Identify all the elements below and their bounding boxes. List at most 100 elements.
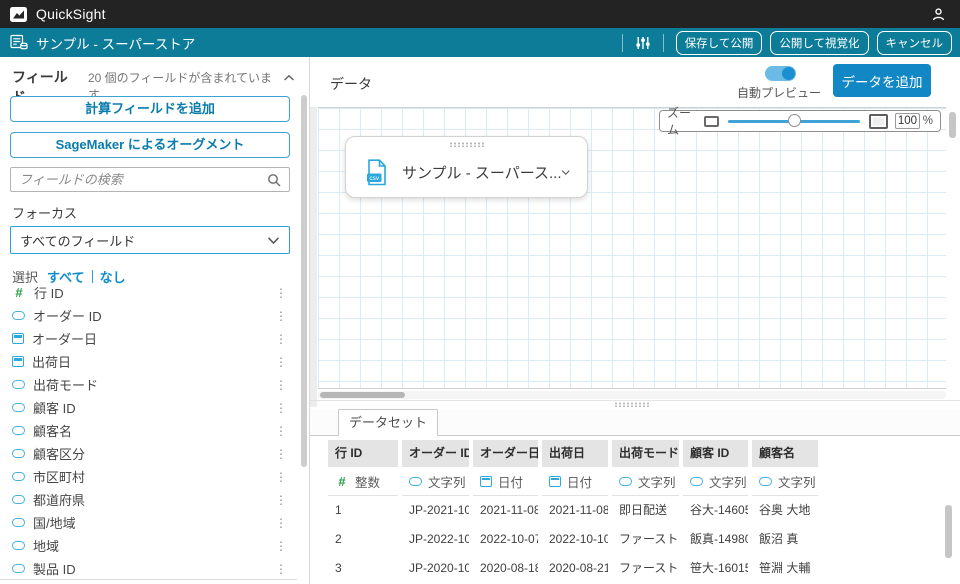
filter-settings-icon[interactable] — [635, 35, 651, 51]
field-menu-icon[interactable]: ⋮ — [275, 448, 287, 460]
field-menu-icon[interactable]: ⋮ — [275, 563, 287, 575]
table-cell: JP-2020-10... — [402, 554, 469, 583]
column-header: オーダー日 — [473, 440, 538, 467]
field-menu-icon[interactable]: ⋮ — [275, 540, 287, 552]
field-name: 顧客区分 — [33, 444, 85, 463]
focus-select[interactable]: すべてのフィールド — [10, 226, 290, 254]
field-item[interactable]: 出荷モード ⋮ — [0, 373, 297, 396]
field-item[interactable]: 顧客名 ⋮ — [0, 419, 297, 442]
node-chevron-down-icon[interactable] — [561, 168, 571, 177]
focus-label: フォーカス — [12, 203, 77, 222]
string-type-icon — [619, 477, 632, 486]
table-cell: 2022-10-07... — [473, 525, 538, 554]
field-menu-icon[interactable]: ⋮ — [275, 333, 287, 345]
field-item[interactable]: 市区町村 ⋮ — [0, 465, 297, 488]
field-item[interactable]: 都道府県 ⋮ — [0, 488, 297, 511]
table-cell: 2021-11-08... — [542, 496, 608, 525]
field-menu-icon[interactable]: ⋮ — [275, 517, 287, 529]
column-type-label: 日付 — [498, 472, 523, 491]
column-type: 文字列 — [683, 467, 748, 496]
column-header: 顧客 ID — [683, 440, 748, 467]
table-cell: 2 — [328, 525, 398, 554]
divider — [663, 34, 664, 52]
toolbar-save-publish-button[interactable]: 保存して公開 — [676, 31, 763, 55]
string-type-icon — [12, 518, 25, 527]
field-name: 出荷モード — [33, 375, 98, 394]
column-type-label: 文字列 — [709, 472, 747, 491]
field-item[interactable]: 出荷日 ⋮ — [0, 350, 297, 373]
top-bar: QuickSight — [0, 0, 960, 28]
user-icon[interactable] — [931, 7, 946, 22]
zoom-fit-icon[interactable] — [704, 116, 719, 127]
field-name: 市区町村 — [33, 467, 85, 486]
field-menu-icon[interactable]: ⋮ — [275, 425, 287, 437]
field-menu-icon[interactable]: ⋮ — [275, 494, 287, 506]
toolbar-cancel-button[interactable]: キャンセル — [877, 31, 953, 55]
table-cell: 即日配送 — [612, 496, 679, 525]
sagemaker-augment-button[interactable]: SageMaker によるオーグメント — [10, 132, 290, 158]
column-header: 顧客名 — [752, 440, 818, 467]
string-type-icon — [12, 541, 25, 550]
table-vertical-scrollbar[interactable] — [945, 505, 952, 558]
column-type-label: 日付 — [567, 472, 592, 491]
collapse-chevron-up-icon[interactable] — [283, 70, 295, 85]
app-title: QuickSight — [36, 6, 106, 22]
table-cell: 2020-08-18... — [473, 554, 538, 583]
date-type-icon — [12, 356, 24, 367]
field-menu-icon[interactable]: ⋮ — [275, 356, 287, 368]
field-item[interactable]: オーダー ID ⋮ — [0, 304, 297, 327]
string-type-icon — [12, 380, 25, 389]
field-search-box — [10, 167, 290, 192]
number-type-icon: # — [12, 285, 26, 300]
field-item[interactable]: オーダー日⋮ — [0, 327, 297, 350]
add-calculated-field-button[interactable]: 計算フィールドを追加 — [10, 96, 290, 122]
field-search-input[interactable] — [11, 172, 267, 187]
zoom-value[interactable]: 100 — [895, 113, 920, 129]
tab-bar: データセット — [310, 409, 960, 436]
field-name: 出荷日 — [32, 352, 71, 371]
column-type: 日付 — [542, 467, 608, 496]
zoom-reset-icon[interactable] — [869, 114, 888, 129]
string-type-icon — [12, 403, 25, 412]
field-item[interactable]: # 行 ID ⋮ — [0, 281, 297, 304]
flow-canvas[interactable]: ズーム 100 % csv サンプル - スーパース... — [318, 107, 946, 389]
data-prep-main: データ 自動プレビュー データを追加 ズーム 100 % — [310, 57, 960, 584]
field-menu-icon[interactable]: ⋮ — [275, 310, 287, 322]
table-cell: JP-2021-10... — [402, 496, 469, 525]
field-item[interactable]: 国/地域⋮ — [0, 511, 297, 534]
auto-preview-toggle[interactable] — [765, 66, 796, 81]
dataset-node[interactable]: csv サンプル - スーパース... — [345, 136, 588, 198]
table-cell: 飯沼 真 — [752, 525, 818, 554]
field-name: 顧客名 — [33, 421, 72, 440]
field-name: 都道府県 — [33, 490, 85, 509]
field-name: オーダー ID — [33, 306, 102, 325]
field-menu-icon[interactable]: ⋮ — [275, 287, 287, 299]
field-item[interactable]: 製品 ID⋮ — [0, 557, 297, 580]
table-row: 1JP-2021-10...2021-11-08...2021-11-08...… — [328, 496, 950, 525]
field-menu-icon[interactable]: ⋮ — [275, 379, 287, 391]
dataset-toolbar: サンプル - スーパーストア 保存して公開公開して視覚化キャンセル — [0, 28, 960, 57]
focus-select-value: すべてのフィールド — [20, 231, 135, 250]
date-type-icon — [12, 333, 24, 344]
zoom-slider-thumb[interactable] — [788, 114, 801, 127]
scrollbar-thumb[interactable] — [320, 392, 405, 398]
sidebar-scrollbar[interactable] — [301, 95, 307, 467]
column-type: 文字列 — [402, 467, 469, 496]
field-menu-icon[interactable]: ⋮ — [275, 402, 287, 414]
field-item[interactable]: 地域⋮ — [0, 534, 297, 557]
divider — [310, 400, 960, 401]
field-item[interactable]: 顧客 ID⋮ — [0, 396, 297, 419]
canvas-vertical-scrollbar[interactable] — [949, 112, 956, 138]
string-type-icon — [12, 495, 25, 504]
field-item[interactable]: 顧客区分 ⋮ — [0, 442, 297, 465]
add-data-button[interactable]: データを追加 — [833, 64, 931, 97]
field-menu-icon[interactable]: ⋮ — [275, 471, 287, 483]
toolbar-publish-visualize-button[interactable]: 公開して視覚化 — [770, 31, 868, 55]
table-cell: 笹淵 大輔 — [752, 554, 818, 583]
tab-dataset[interactable]: データセット — [338, 409, 438, 436]
field-name: 行 ID — [34, 283, 64, 302]
preview-table: 行 IDオーダー IDオーダー日出荷日出荷モード顧客 ID顧客名 #整数文字列日… — [328, 440, 950, 584]
zoom-slider[interactable] — [728, 114, 860, 128]
auto-preview-label: 自動プレビュー — [737, 84, 821, 101]
canvas-horizontal-scrollbar[interactable] — [318, 391, 946, 399]
